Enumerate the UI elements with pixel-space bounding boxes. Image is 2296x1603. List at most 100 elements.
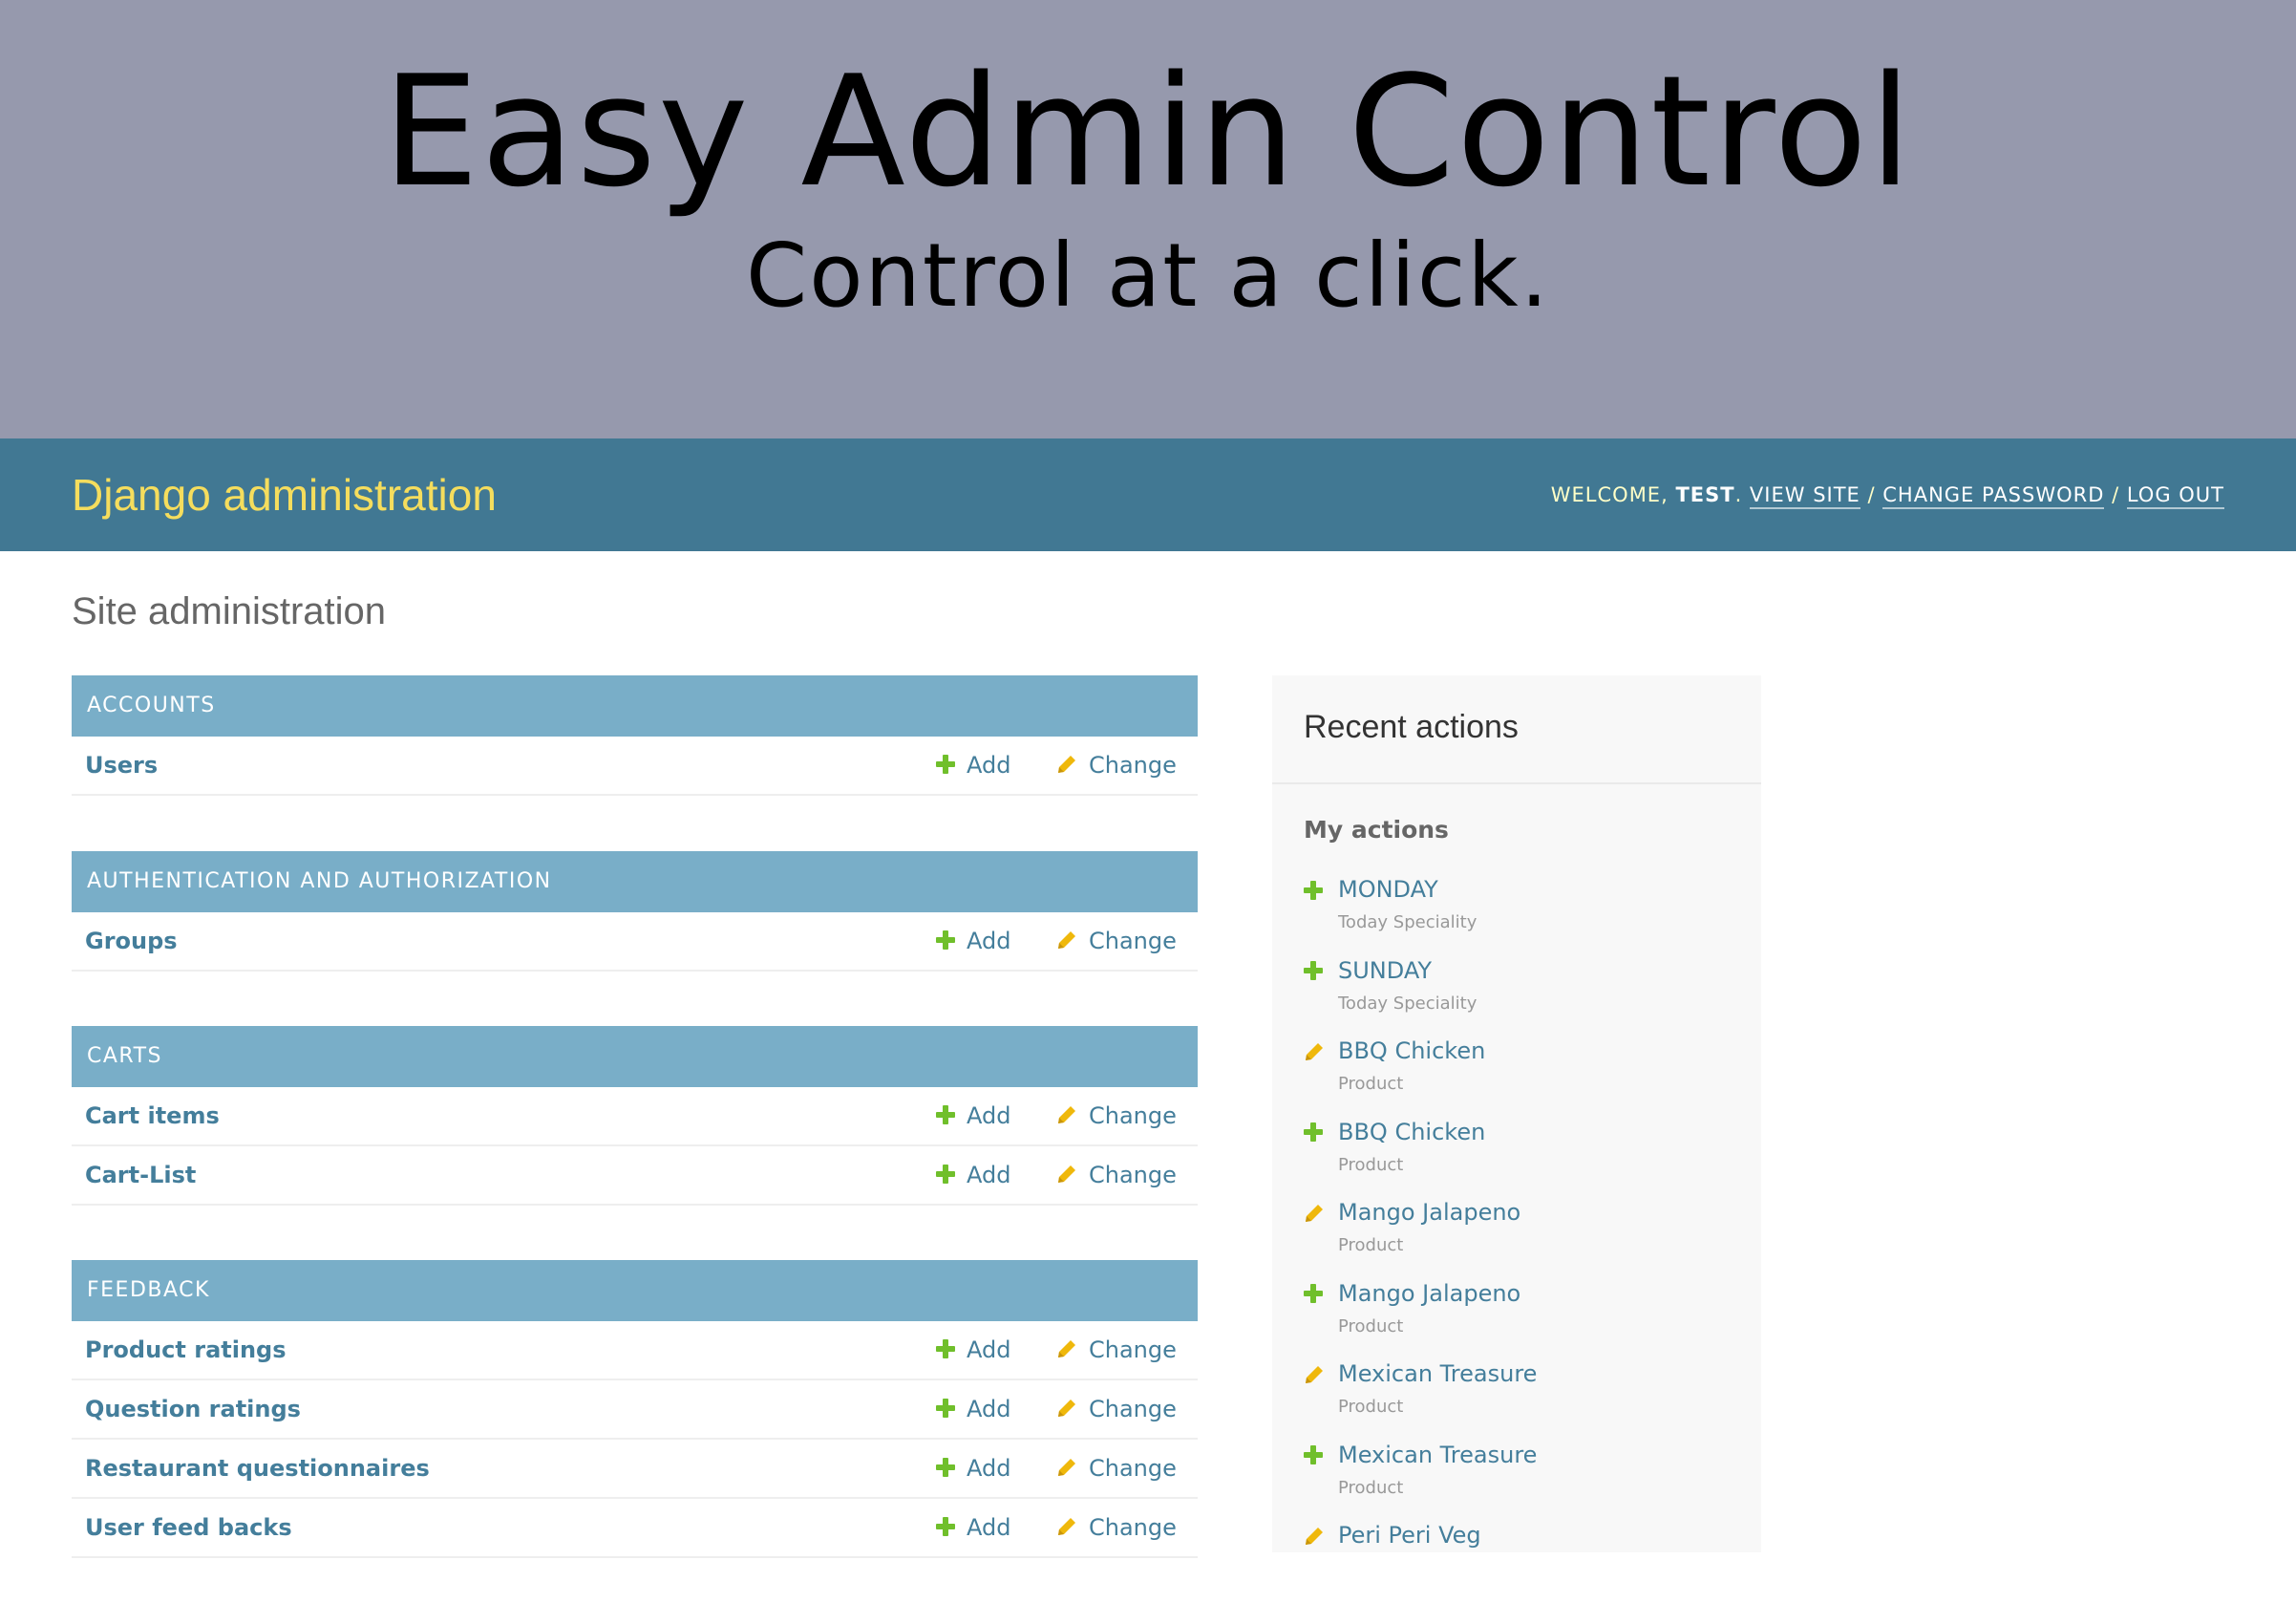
action-item: SUNDAY Today Speciality	[1304, 957, 1753, 1038]
pencil-icon	[1058, 1165, 1075, 1183]
action-content-type: Product	[1338, 1315, 1404, 1336]
change-label: Change	[1089, 928, 1177, 954]
add-link[interactable]: Add	[936, 1380, 1010, 1438]
add-link[interactable]: Add	[936, 737, 1010, 794]
site-branding[interactable]: Django administration	[72, 438, 497, 551]
user-tools: WELCOME, TEST. VIEW SITE / CHANGE PASSWO…	[1551, 438, 2224, 551]
username: TEST	[1675, 483, 1735, 506]
addition-icon	[1304, 1122, 1323, 1142]
change-link[interactable]: Change	[1056, 1087, 1177, 1144]
change-label: Change	[1089, 1162, 1177, 1188]
change-label: Change	[1089, 1514, 1177, 1541]
actions-list: MONDAY Today Speciality SUNDAY Today Spe…	[1304, 876, 1753, 1603]
model-link[interactable]: Groups	[85, 912, 178, 970]
model-link[interactable]: Cart items	[85, 1087, 220, 1144]
action-content-type: Today Speciality	[1338, 912, 1478, 932]
pencil-icon	[1058, 1459, 1075, 1476]
model-link[interactable]: User feed backs	[85, 1499, 292, 1556]
action-link[interactable]: BBQ Chicken	[1338, 1119, 1485, 1145]
model-row-cart-list: Cart-List Add Change	[72, 1146, 1198, 1206]
action-link[interactable]: BBQ Chicken	[1338, 1037, 1485, 1064]
change-label: Change	[1089, 1396, 1177, 1422]
add-label: Add	[967, 1455, 1011, 1482]
add-link[interactable]: Add	[936, 912, 1010, 970]
add-link[interactable]: Add	[936, 1146, 1010, 1204]
pencil-icon	[1058, 931, 1075, 949]
change-link[interactable]: Change	[1056, 912, 1177, 970]
banner-title: Easy Admin Control	[382, 42, 1914, 221]
add-label: Add	[967, 1102, 1011, 1129]
model-link[interactable]: Product ratings	[85, 1321, 287, 1379]
model-row-user-feed-backs: User feed backs Add Change	[72, 1499, 1198, 1558]
add-link[interactable]: Add	[936, 1087, 1010, 1144]
pencil-icon	[1306, 1528, 1323, 1545]
promo-banner: Easy Admin Control Control at a click.	[0, 0, 2296, 438]
model-link[interactable]: Users	[85, 737, 158, 794]
add-link[interactable]: Add	[936, 1321, 1010, 1379]
view-site-link[interactable]: VIEW SITE	[1749, 483, 1860, 509]
add-icon	[936, 1105, 955, 1124]
pencil-icon	[1058, 1518, 1075, 1535]
add-label: Add	[967, 1336, 1011, 1363]
change-password-link[interactable]: CHANGE PASSWORD	[1882, 483, 2105, 509]
action-content-type: Today Speciality	[1338, 993, 1478, 1014]
action-item: Peri Peri Veg	[1304, 1522, 1753, 1603]
action-content-type: Product	[1338, 1154, 1404, 1175]
module-carts: CARTS Cart items Add Change Cart-List Ad…	[72, 1026, 1198, 1206]
divider	[1272, 782, 1761, 784]
action-content-type: Product	[1338, 1074, 1404, 1094]
change-label: Change	[1089, 1336, 1177, 1363]
model-link[interactable]: Restaurant questionnaires	[85, 1440, 430, 1497]
change-link[interactable]: Change	[1056, 1146, 1177, 1204]
add-icon	[936, 755, 955, 774]
action-item: BBQ Chicken Product	[1304, 1119, 1753, 1200]
model-row-cart-items: Cart items Add Change	[72, 1087, 1198, 1146]
change-link[interactable]: Change	[1056, 737, 1177, 794]
model-row-question-ratings: Question ratings Add Change	[72, 1380, 1198, 1440]
add-label: Add	[967, 1514, 1011, 1541]
change-link[interactable]: Change	[1056, 1440, 1177, 1497]
separator: /	[1860, 483, 1883, 506]
my-actions-heading: My actions	[1304, 816, 1449, 844]
module-caption[interactable]: CARTS	[72, 1026, 1198, 1087]
action-link[interactable]: Mexican Treasure	[1338, 1360, 1537, 1387]
model-row-groups: Groups Add Change	[72, 912, 1198, 972]
model-row-users: Users Add Change	[72, 737, 1198, 796]
change-label: Change	[1089, 1455, 1177, 1482]
action-link[interactable]: Mexican Treasure	[1338, 1442, 1537, 1468]
change-link[interactable]: Change	[1056, 1321, 1177, 1379]
change-link[interactable]: Change	[1056, 1499, 1177, 1556]
addition-icon	[1304, 1284, 1323, 1303]
model-row-product-ratings: Product ratings Add Change	[72, 1321, 1198, 1380]
add-icon	[936, 1399, 955, 1418]
pencil-icon	[1058, 756, 1075, 773]
add-icon	[936, 930, 955, 950]
module-auth: AUTHENTICATION AND AUTHORIZATION Groups …	[72, 851, 1198, 972]
action-item: Mango Jalapeno Product	[1304, 1280, 1753, 1361]
pencil-icon	[1058, 1106, 1075, 1123]
add-label: Add	[967, 1162, 1011, 1188]
admin-header: Django administration WELCOME, TEST. VIE…	[0, 438, 2296, 551]
log-out-link[interactable]: LOG OUT	[2126, 483, 2224, 509]
action-item: Mexican Treasure Product	[1304, 1360, 1753, 1442]
module-accounts: ACCOUNTS Users Add Change	[72, 675, 1198, 796]
action-link[interactable]: Mango Jalapeno	[1338, 1199, 1520, 1226]
action-link[interactable]: Mango Jalapeno	[1338, 1280, 1520, 1307]
action-content-type: Product	[1338, 1235, 1404, 1255]
action-link[interactable]: Peri Peri Veg	[1338, 1522, 1481, 1549]
action-link[interactable]: SUNDAY	[1338, 957, 1432, 984]
add-link[interactable]: Add	[936, 1440, 1010, 1497]
module-caption[interactable]: ACCOUNTS	[72, 675, 1198, 737]
add-label: Add	[967, 752, 1011, 779]
module-caption[interactable]: AUTHENTICATION AND AUTHORIZATION	[72, 851, 1198, 912]
action-link[interactable]: MONDAY	[1338, 876, 1438, 903]
banner-subtitle: Control at a click.	[746, 224, 1550, 327]
separator: /	[2104, 483, 2127, 506]
change-link[interactable]: Change	[1056, 1380, 1177, 1438]
page-title: Site administration	[72, 590, 387, 632]
module-caption[interactable]: FEEDBACK	[72, 1260, 1198, 1321]
add-link[interactable]: Add	[936, 1499, 1010, 1556]
model-link[interactable]: Cart-List	[85, 1146, 196, 1204]
model-link[interactable]: Question ratings	[85, 1380, 301, 1438]
recent-actions-panel: Recent actions My actions MONDAY Today S…	[1272, 675, 1761, 1552]
